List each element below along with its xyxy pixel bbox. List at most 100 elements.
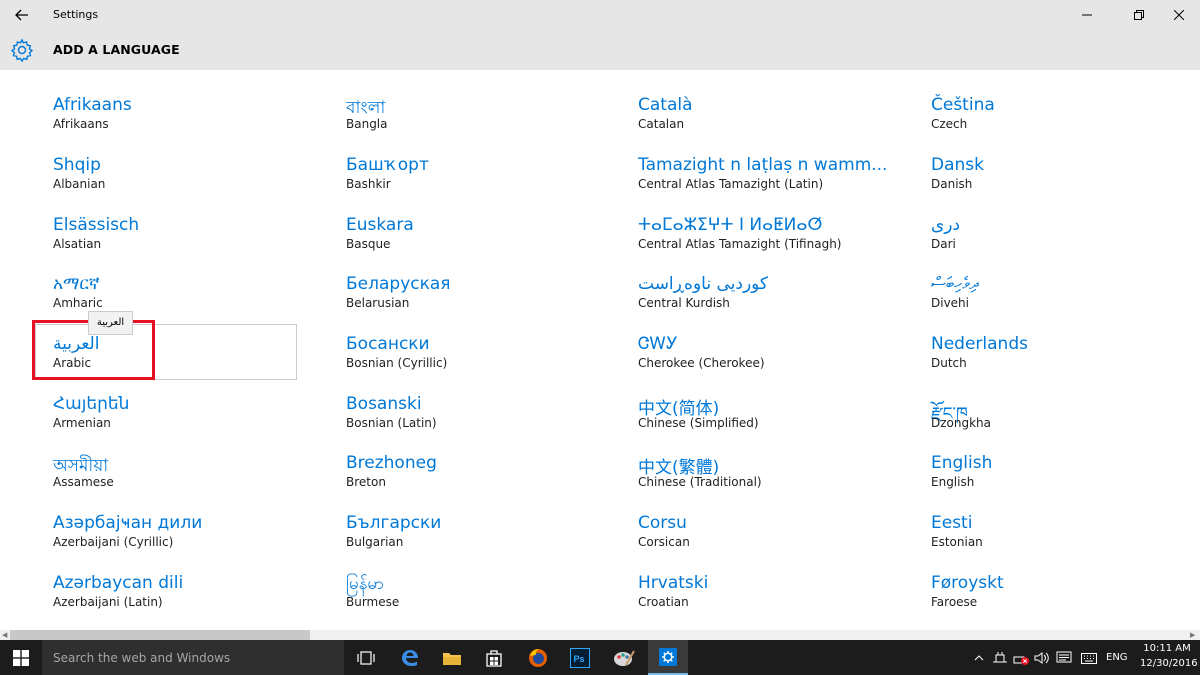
- language-native-name: Čeština: [931, 95, 995, 115]
- clock-date[interactable]: 12/30/2016: [1140, 658, 1198, 669]
- language-english-name: Estonian: [931, 535, 983, 549]
- language-english-name: Central Atlas Tamazight (Tifinagh): [638, 237, 842, 251]
- language-english-name: Basque: [346, 237, 391, 251]
- volume-icon: [1034, 652, 1049, 664]
- settings-taskbar-button[interactable]: [648, 640, 688, 675]
- language-native-name: English: [931, 453, 993, 473]
- windows-logo-icon: [13, 649, 29, 666]
- language-item-corsican[interactable]: Corsu Corsican: [638, 513, 918, 563]
- language-english-name: Armenian: [53, 416, 111, 430]
- network-status-button[interactable]: [1012, 649, 1030, 667]
- start-button[interactable]: [0, 640, 42, 675]
- language-native-name: Български: [346, 513, 442, 533]
- photoshop-button[interactable]: Ps: [560, 640, 600, 675]
- language-item-bosnian-cyrillic[interactable]: Босански Bosnian (Cyrillic): [346, 334, 626, 384]
- edge-browser-button[interactable]: [390, 640, 430, 675]
- taskbar-search-box[interactable]: Search the web and Windows: [42, 640, 344, 675]
- language-native-name: Dansk: [931, 155, 984, 175]
- task-view-button[interactable]: [346, 640, 386, 675]
- language-item-czech[interactable]: Čeština Czech: [931, 95, 1200, 145]
- language-item-basque[interactable]: Euskara Basque: [346, 215, 626, 265]
- language-item-breton[interactable]: Brezhoneg Breton: [346, 453, 626, 503]
- language-english-name: Azerbaijani (Cyrillic): [53, 535, 174, 549]
- language-item-alsatian[interactable]: Elsässisch Alsatian: [53, 215, 333, 265]
- language-item-catalan[interactable]: Català Catalan: [638, 95, 918, 145]
- language-item-dzongkha[interactable]: རྫོང་ཁ Dzongkha: [931, 394, 1200, 444]
- horizontal-scrollbar[interactable]: ◀ ▶: [0, 630, 1200, 640]
- language-item-assamese[interactable]: অসমীয়া Assamese: [53, 453, 333, 503]
- page-title: ADD A LANGUAGE: [53, 42, 180, 57]
- language-english-name: Dari: [931, 237, 956, 251]
- firefox-button[interactable]: [518, 640, 558, 675]
- volume-button[interactable]: [1033, 649, 1051, 667]
- language-english-name: Cherokee (Cherokee): [638, 356, 765, 370]
- language-english-name: Danish: [931, 177, 973, 191]
- language-item-dari[interactable]: دری Dari: [931, 215, 1200, 265]
- minimize-button[interactable]: [1064, 0, 1110, 30]
- language-english-name: Dzongkha: [931, 416, 992, 430]
- scrollbar-thumb[interactable]: [10, 630, 310, 640]
- language-item-bulgarian[interactable]: Български Bulgarian: [346, 513, 626, 563]
- language-item-armenian[interactable]: Հայերեն Armenian: [53, 394, 333, 444]
- taskbar: Search the web and Windows Ps ENG 10:11 …: [0, 640, 1200, 675]
- paint-button[interactable]: [604, 640, 644, 675]
- language-item-faroese[interactable]: Føroyskt Faroese: [931, 573, 1200, 623]
- language-item-tamazight-tifinagh[interactable]: ⵜⴰⵎⴰⵣⵉⵖⵜ ⵏ ⵍⴰⵟⵍⴰⵚ Central Atlas Tamazigh…: [638, 215, 918, 265]
- language-english-name: English: [931, 475, 975, 489]
- language-item-bashkir[interactable]: Башҡорт Bashkir: [346, 155, 626, 205]
- store-button[interactable]: [474, 640, 514, 675]
- language-item-bosnian-latin[interactable]: Bosanski Bosnian (Latin): [346, 394, 626, 444]
- language-item-danish[interactable]: Dansk Danish: [931, 155, 1200, 205]
- language-native-name: አማርኛ: [53, 274, 100, 294]
- language-item-divehi[interactable]: ދިވެހިބަސް Divehi: [931, 274, 1200, 324]
- language-english-name: Central Kurdish: [638, 296, 730, 310]
- language-item-croatian[interactable]: Hrvatski Croatian: [638, 573, 918, 623]
- language-native-name: Euskara: [346, 215, 414, 235]
- language-english-name: Catalan: [638, 117, 685, 131]
- language-english-name: Azerbaijani (Latin): [53, 595, 163, 609]
- language-english-name: Chinese (Traditional): [638, 475, 762, 489]
- search-placeholder: Search the web and Windows: [53, 651, 231, 665]
- language-english-name: Czech: [931, 117, 968, 131]
- language-english-name: Bosnian (Cyrillic): [346, 356, 448, 370]
- scroll-right-icon[interactable]: ▶: [1190, 631, 1195, 639]
- language-item-azerbaijani-cyrillic[interactable]: Азәрбајҹан дили Azerbaijani (Cyrillic): [53, 513, 333, 563]
- language-item-english[interactable]: English English: [931, 453, 1200, 503]
- language-native-name: Nederlands: [931, 334, 1028, 354]
- scroll-left-icon[interactable]: ◀: [2, 631, 7, 639]
- language-item-albanian[interactable]: Shqip Albanian: [53, 155, 333, 205]
- keyboard-button[interactable]: [1080, 649, 1098, 667]
- language-item-central-kurdish[interactable]: کوردیی ناوەڕاست Central Kurdish: [638, 274, 918, 324]
- close-button[interactable]: [1156, 0, 1200, 30]
- language-item-chinese-simplified[interactable]: 中文(简体) Chinese (Simplified): [638, 394, 918, 444]
- language-english-name: Central Atlas Tamazight (Latin): [638, 177, 824, 191]
- back-button[interactable]: [8, 4, 36, 26]
- language-item-belarusian[interactable]: Беларуская Belarusian: [346, 274, 626, 324]
- clock-time[interactable]: 10:11 AM: [1140, 643, 1194, 654]
- file-explorer-button[interactable]: [432, 640, 472, 675]
- language-native-name: Hrvatski: [638, 573, 709, 593]
- back-arrow-icon: [15, 9, 28, 21]
- language-item-azerbaijani-latin[interactable]: Azərbaycan dili Azerbaijani (Latin): [53, 573, 333, 623]
- store-icon: [486, 649, 502, 667]
- language-item-burmese[interactable]: မြန်မာ Burmese: [346, 573, 626, 623]
- language-item-cherokee[interactable]: ᏣᎳᎩ Cherokee (Cherokee): [638, 334, 918, 384]
- language-item-afrikaans[interactable]: Afrikaans Afrikaans: [53, 95, 333, 145]
- language-item-chinese-traditional[interactable]: 中文(繁體) Chinese (Traditional): [638, 453, 918, 503]
- language-native-name: Босански: [346, 334, 430, 354]
- language-native-name: ⵜⴰⵎⴰⵣⵉⵖⵜ ⵏ ⵍⴰⵟⵍⴰⵚ: [638, 215, 823, 235]
- language-native-name: Беларуская: [346, 274, 451, 294]
- language-native-name: ᏣᎳᎩ: [638, 334, 678, 354]
- language-native-name: Føroyskt: [931, 573, 1004, 593]
- network-tray-button[interactable]: [991, 649, 1009, 667]
- input-language-indicator[interactable]: ENG: [1106, 652, 1128, 663]
- language-item-tamazight-latin[interactable]: Tamazight n laṭlaṣ n wamm... Central Atl…: [638, 155, 918, 205]
- title-bar: Settings: [0, 0, 1200, 30]
- show-hidden-icons-button[interactable]: [970, 649, 988, 667]
- language-native-name: Azərbaycan dili: [53, 573, 184, 593]
- language-item-bangla[interactable]: বাংলা Bangla: [346, 95, 626, 145]
- language-item-estonian[interactable]: Eesti Estonian: [931, 513, 1200, 563]
- language-item-dutch[interactable]: Nederlands Dutch: [931, 334, 1200, 384]
- action-center-button[interactable]: [1055, 649, 1073, 667]
- network-warning-icon: [1013, 656, 1029, 665]
